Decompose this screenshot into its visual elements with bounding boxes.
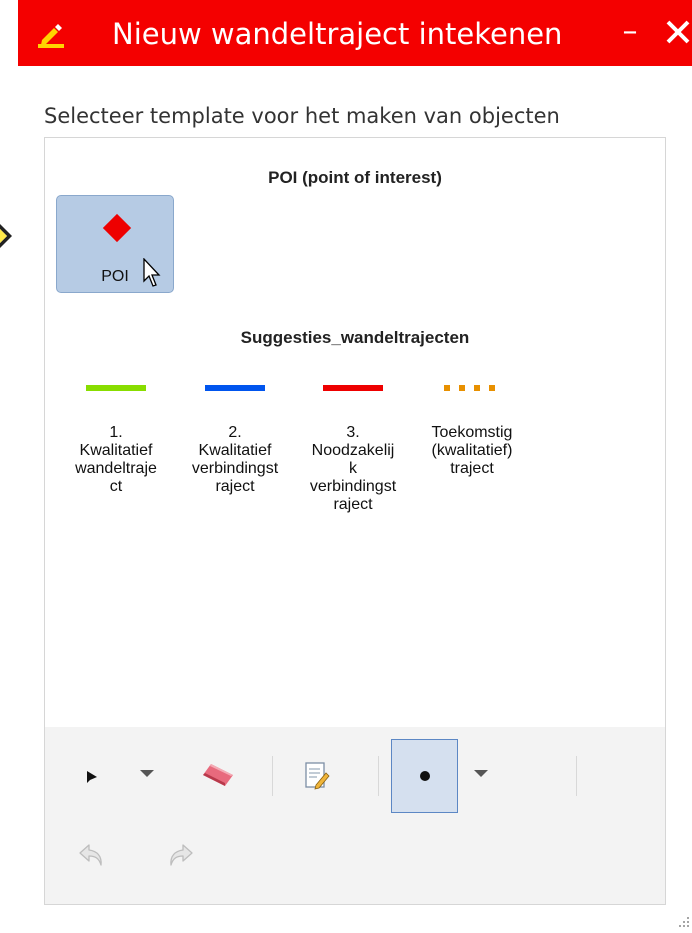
template-label: 3. Noodzakelij k verbindingst raject	[309, 424, 397, 513]
window-title: Nieuw wandeltraject intekenen	[112, 17, 563, 51]
undo-icon	[79, 844, 102, 866]
delete-tool-button[interactable]	[198, 758, 238, 792]
resize-grip-icon[interactable]	[676, 914, 690, 928]
select-arrow-icon	[87, 771, 97, 783]
point-tool-dropdown-chevron-icon	[474, 770, 488, 777]
toolbar-separator	[272, 756, 273, 796]
group-title-wandeltrajecten: Suggesties_wandeltrajecten	[240, 328, 470, 347]
template-label: 2. Kwalitatief verbindingst raject	[191, 424, 279, 495]
red-line-icon	[323, 385, 383, 391]
edit-attributes-icon	[305, 762, 330, 790]
template-label: 1. Kwalitatief wandeltraje ct	[75, 424, 157, 495]
edit-attributes-button[interactable]	[300, 756, 334, 796]
poi-diamond-icon	[102, 213, 132, 243]
blue-line-icon	[205, 385, 265, 391]
group-title-poi: POI (point of interest)	[268, 168, 442, 187]
side-chevron-icon	[0, 224, 12, 248]
green-line-icon	[86, 385, 146, 391]
mouse-cursor-icon	[143, 258, 161, 287]
point-tool-dropdown[interactable]	[468, 764, 494, 784]
edit-toolbar	[45, 727, 665, 904]
toolbar-separator	[576, 756, 577, 796]
redo-icon	[170, 844, 193, 866]
template-instruction: Selecteer template voor het maken van ob…	[44, 104, 560, 128]
point-tool-button[interactable]	[391, 739, 458, 813]
toolbar-separator	[378, 756, 379, 796]
select-tool-dropdown[interactable]	[134, 764, 160, 784]
redo-button[interactable]	[162, 838, 198, 874]
undo-button[interactable]	[74, 838, 110, 874]
eraser-icon	[203, 764, 233, 786]
pencil-icon	[38, 24, 64, 48]
close-icon[interactable]	[658, 12, 692, 52]
point-tool-icon	[419, 771, 430, 781]
template-label: Toekomstig (kwalitatief) traject	[431, 424, 513, 477]
minimize-button[interactable]: –	[612, 12, 648, 52]
select-tool-button[interactable]	[80, 765, 104, 789]
orange-dotted-line-icon	[444, 385, 495, 391]
select-dropdown-chevron-icon	[140, 770, 154, 777]
window-titlebar: Nieuw wandeltraject intekenen –	[18, 0, 692, 66]
